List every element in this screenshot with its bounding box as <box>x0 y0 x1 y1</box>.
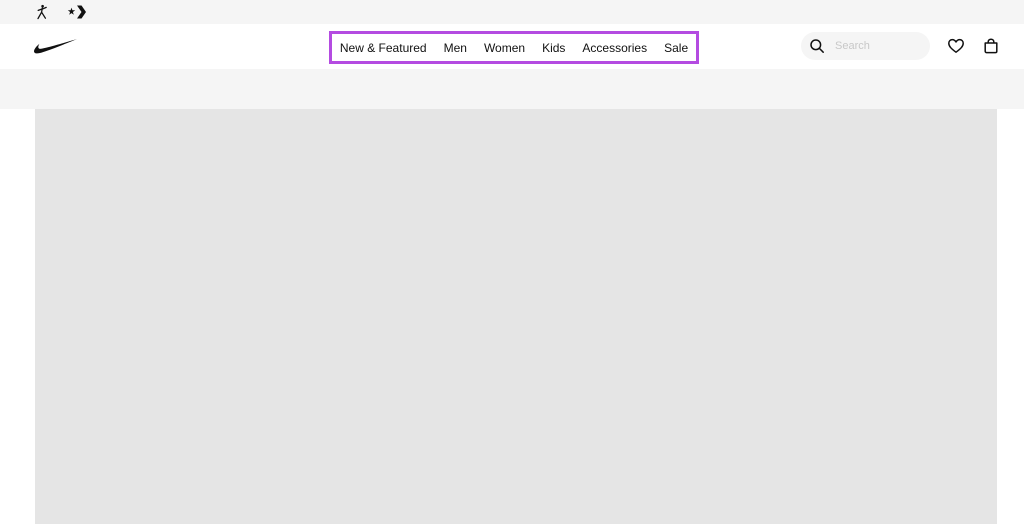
nav-women[interactable]: Women <box>475 40 533 56</box>
nav-men[interactable]: Men <box>435 40 475 56</box>
jordan-link[interactable] <box>32 2 52 22</box>
search-button[interactable] <box>803 32 831 60</box>
converse-star-chevron-icon <box>67 5 86 19</box>
jordan-jumpman-icon <box>37 4 47 20</box>
main-header: New & Featured Men Women Kids Accessorie… <box>0 24 1024 69</box>
utility-bar <box>0 0 1024 24</box>
favorites-button[interactable] <box>946 36 966 56</box>
heart-icon <box>948 38 964 53</box>
nike-home-link[interactable] <box>32 36 78 56</box>
nav-accessories[interactable]: Accessories <box>574 40 656 56</box>
nav-sale[interactable]: Sale <box>656 40 697 56</box>
promo-banner-strip <box>0 69 1024 109</box>
hero-image-placeholder[interactable] <box>35 109 997 524</box>
search-box <box>801 32 930 60</box>
nike-swoosh-icon <box>34 39 77 54</box>
search-icon <box>810 39 824 53</box>
primary-nav: New & Featured Men Women Kids Accessorie… <box>329 31 699 64</box>
nav-new-featured[interactable]: New & Featured <box>331 40 435 56</box>
bag-icon <box>984 38 998 54</box>
search-input[interactable] <box>835 40 921 52</box>
cart-button[interactable] <box>981 36 1001 56</box>
nav-kids[interactable]: Kids <box>534 40 574 56</box>
converse-link[interactable] <box>67 2 87 22</box>
